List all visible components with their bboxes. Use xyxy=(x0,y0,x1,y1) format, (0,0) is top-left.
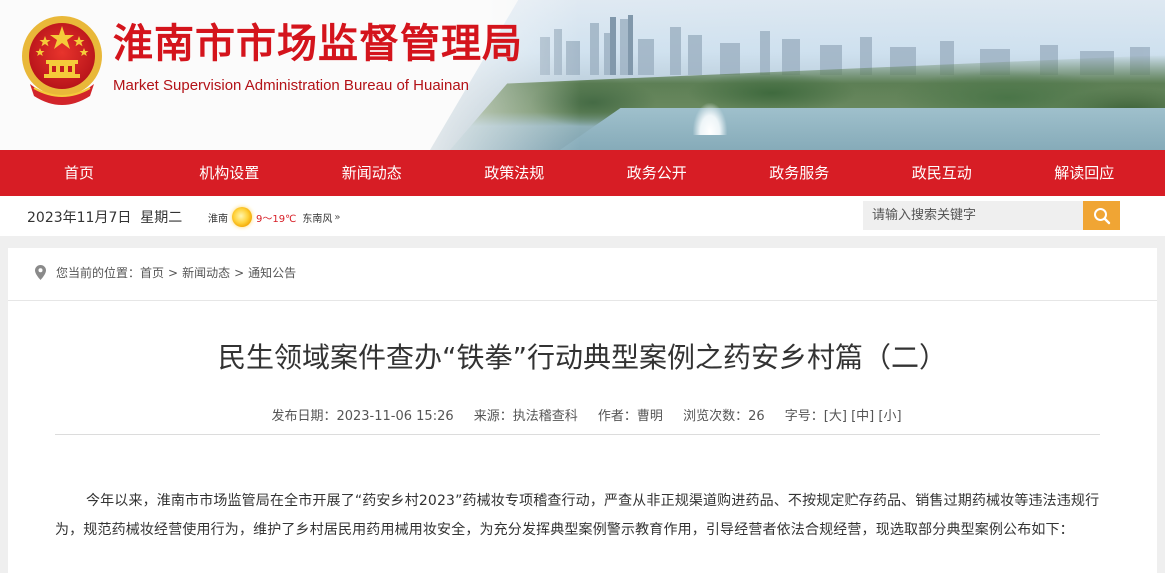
font-size-large[interactable]: [大] xyxy=(824,409,847,424)
view-count: 浏览次数：26 xyxy=(683,409,765,424)
breadcrumb-home[interactable]: 首页 xyxy=(140,264,164,281)
search-icon xyxy=(1093,207,1110,224)
site-subtitle: Market Supervision Administration Bureau… xyxy=(113,77,470,94)
font-size-small[interactable]: [小] xyxy=(878,409,901,424)
site-title: 淮南市市场监督管理局 xyxy=(113,21,523,67)
nav-item-interaction[interactable]: 政民互动 xyxy=(871,150,1014,196)
article-title: 民生领域案件查办“铁拳”行动典型案例之药安乡村篇（二） xyxy=(217,341,947,374)
article-source: 来源：执法稽查科 xyxy=(473,409,578,424)
weather-widget[interactable]: 淮南 9～19℃ 东南风 » xyxy=(208,207,340,227)
article-meta: 发布日期：2023-11-06 15:26 来源：执法稽查科 作者：曹明 浏览次… xyxy=(8,405,1157,424)
search-input[interactable] xyxy=(863,201,1085,230)
header-banner: 淮南市市场监督管理局 Market Supervision Administra… xyxy=(0,0,1165,150)
search-button[interactable] xyxy=(1083,201,1120,230)
current-date: 2023年11月7日 星期二 xyxy=(27,207,182,227)
double-chevron-right-icon: » xyxy=(334,211,341,223)
breadcrumb-prefix: 您当前的位置： xyxy=(56,266,141,280)
date-text: 2023年11月7日 xyxy=(27,210,132,226)
nav-item-policy[interactable]: 政策法规 xyxy=(443,150,586,196)
breadcrumb-separator: > xyxy=(168,265,179,280)
sun-icon xyxy=(232,207,252,227)
weather-temperature: 9～19℃ xyxy=(256,213,297,225)
font-size-controls: 字号：[大] [中] [小] xyxy=(785,409,902,424)
breadcrumb: 您当前的位置： 首页 > 新闻动态 > 通知公告 xyxy=(35,264,296,281)
banner-fountain xyxy=(693,103,727,135)
breadcrumb-news[interactable]: 新闻动态 xyxy=(182,264,230,281)
breadcrumb-separator: > xyxy=(234,265,245,280)
article-card: 您当前的位置： 首页 > 新闻动态 > 通知公告 民生领域案件查办“铁拳”行动典… xyxy=(8,248,1157,573)
meta-divider xyxy=(55,434,1100,435)
info-bar: 2023年11月7日 星期二 淮南 9～19℃ 东南风 » xyxy=(0,196,1165,236)
nav-item-services[interactable]: 政务服务 xyxy=(728,150,871,196)
publish-date: 发布日期：2023-11-06 15:26 xyxy=(271,409,454,424)
nav-item-interpretation[interactable]: 解读回应 xyxy=(1013,150,1156,196)
breadcrumb-divider xyxy=(8,300,1157,301)
nav-item-organization[interactable]: 机构设置 xyxy=(158,150,301,196)
main-nav: 首页 机构设置 新闻动态 政策法规 政务公开 政务服务 政民互动 解读回应 xyxy=(0,150,1165,196)
font-size-label: 字号： xyxy=(784,409,824,424)
font-size-medium[interactable]: [中] xyxy=(851,409,874,424)
nav-item-home[interactable]: 首页 xyxy=(0,150,158,196)
search-box xyxy=(863,201,1120,230)
article-author: 作者：曹明 xyxy=(597,409,663,424)
article-body-paragraph: 今年以来，淮南市市场监管局在全市开展了“药安乡村2023”药械妆专项稽查行动，严… xyxy=(55,493,1100,538)
banner-lake xyxy=(560,108,1165,150)
weather-wind: 东南风 xyxy=(302,213,333,225)
national-emblem-icon xyxy=(22,16,102,105)
weekday-text: 星期二 xyxy=(140,210,183,226)
location-pin-icon xyxy=(35,265,46,280)
nav-item-government-affairs[interactable]: 政务公开 xyxy=(586,150,729,196)
weather-city: 淮南 xyxy=(208,213,228,225)
nav-item-news[interactable]: 新闻动态 xyxy=(301,150,444,196)
breadcrumb-notices[interactable]: 通知公告 xyxy=(248,264,296,281)
